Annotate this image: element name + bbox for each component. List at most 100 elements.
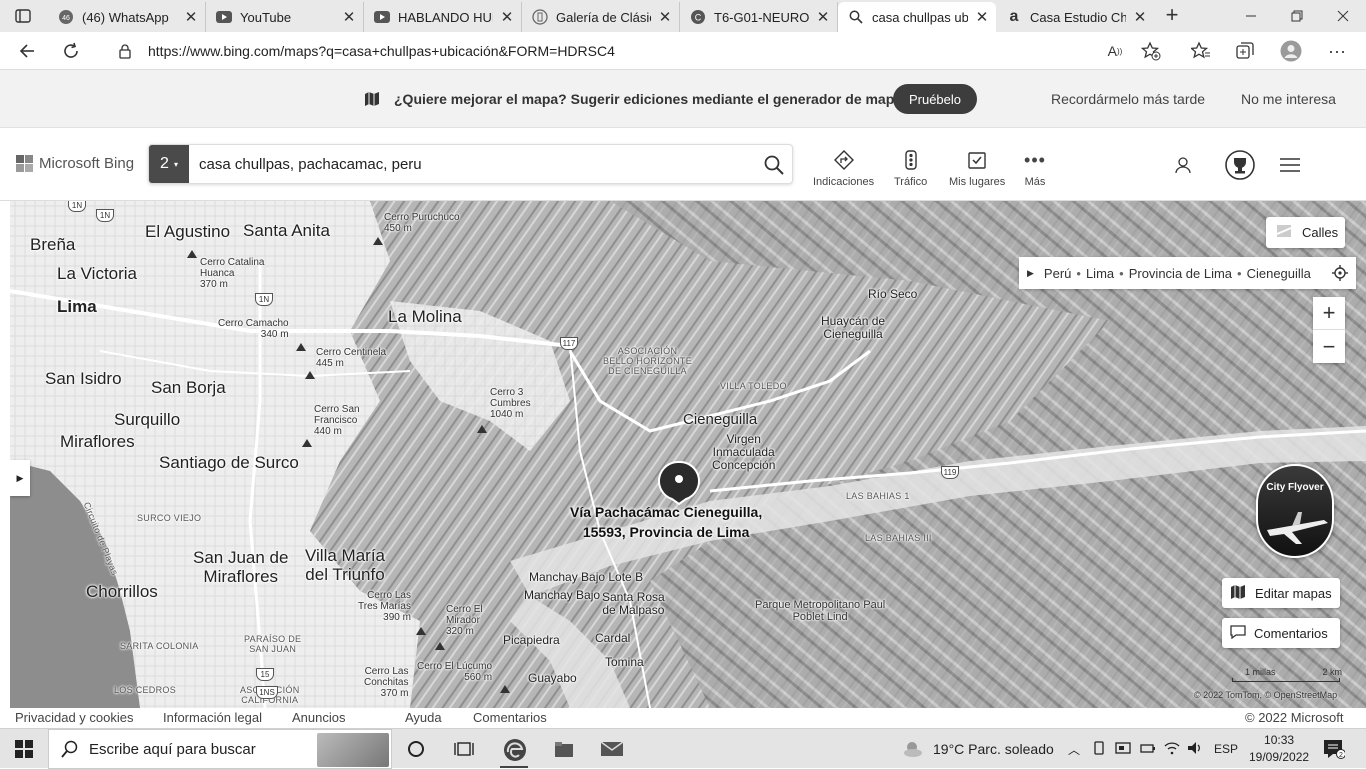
location-pin-icon[interactable] [658, 459, 700, 506]
remind-later-link[interactable]: Recordármelo más tarde [1051, 91, 1205, 107]
privacy-link[interactable]: Privacidad y cookies [15, 710, 134, 725]
directions-button[interactable]: Indicaciones [813, 150, 874, 188]
close-window-button[interactable] [1320, 0, 1366, 32]
city-flyover-button[interactable]: City Flyover [1256, 464, 1334, 558]
place-label: San Isidro [45, 369, 122, 388]
place-label: Surquillo [114, 410, 181, 429]
tab-galeria[interactable]: Galería de Clásicc ✕ [522, 2, 680, 32]
refresh-button[interactable] [58, 38, 84, 64]
search-icon [848, 9, 864, 25]
tab-whatsapp[interactable]: 46 (46) WhatsApp ✕ [48, 2, 206, 32]
peak-label: Cerro 3 Cumbres 1040 m [490, 387, 531, 420]
zoom-in-button[interactable]: + [1313, 297, 1345, 330]
settings-more-icon[interactable]: ··· [1326, 40, 1348, 62]
tab-bing-maps[interactable]: casa chullpas ubi ✕ [838, 2, 996, 32]
expand-icon[interactable]: ▶ [1027, 268, 1034, 279]
place-label: Virgen Inmaculada Concepción [712, 432, 776, 473]
address-bar: https://www.bing.com/maps?q=casa+chullpa… [0, 32, 1366, 70]
favorites-icon[interactable] [1190, 40, 1212, 62]
close-tab-icon[interactable]: ✕ [183, 9, 199, 26]
task-view-icon[interactable] [452, 737, 476, 761]
tab-youtube[interactable]: YouTube ✕ [206, 2, 364, 32]
not-interested-link[interactable]: No me interesa [1241, 91, 1336, 107]
mail-icon[interactable] [600, 737, 624, 761]
bing-logo[interactable]: Microsoft Bing [16, 155, 134, 172]
place-label: Manchay Bajo Lote B [529, 570, 644, 584]
back-button[interactable] [14, 38, 40, 64]
collections-icon[interactable] [1234, 40, 1256, 62]
search-icon[interactable] [763, 154, 785, 176]
more-button[interactable]: ••• Más [1024, 150, 1046, 189]
windows-start-icon[interactable] [12, 737, 36, 761]
notifications-icon[interactable]: 2 [1322, 737, 1346, 761]
breadcrumb-item[interactable]: Provincia de Lima [1129, 266, 1232, 281]
airplane-icon [1267, 512, 1328, 544]
traffic-button[interactable]: Tráfico [894, 150, 927, 188]
breadcrumb-item[interactable]: Cieneguilla [1247, 266, 1311, 281]
close-tab-icon[interactable]: ✕ [974, 9, 990, 26]
cortana-icon[interactable] [404, 737, 428, 761]
minimize-button[interactable] [1228, 0, 1274, 32]
volume-icon[interactable] [1187, 741, 1203, 758]
device-icon[interactable] [1092, 741, 1106, 758]
try-it-button[interactable]: Pruébelo [893, 84, 977, 114]
search-box[interactable]: 2 ▾ casa chullpas, pachacamac, peru [148, 144, 793, 184]
add-favorite-icon[interactable] [1140, 40, 1162, 62]
banner-message: ¿Quiere mejorar el mapa? Sugerir edicion… [394, 91, 910, 107]
taskbar-search[interactable]: Escribe aquí para buscar [48, 729, 392, 769]
pin-address-label[interactable]: Vía Pachacámac Cieneguilla, 15593, Provin… [570, 502, 762, 542]
meet-now-icon[interactable] [1115, 741, 1131, 758]
restore-button[interactable] [1274, 0, 1320, 32]
battery-icon[interactable] [1140, 741, 1156, 758]
close-tab-icon[interactable]: ✕ [499, 9, 515, 26]
close-tab-icon[interactable]: ✕ [815, 9, 831, 26]
my-places-button[interactable]: Mis lugares [949, 150, 1005, 188]
locate-me-icon[interactable] [1332, 265, 1348, 284]
place-label: Río Seco [868, 287, 918, 301]
search-input[interactable]: casa chullpas, pachacamac, peru [199, 156, 422, 173]
zoom-out-button[interactable]: − [1313, 330, 1345, 363]
feedback-link[interactable]: Comentarios [473, 710, 547, 725]
chevron-up-icon[interactable]: ︿ [1068, 741, 1080, 758]
edit-maps-button[interactable]: Editar mapas [1222, 578, 1340, 608]
tab-hablando[interactable]: HABLANDO HUE ✕ [364, 2, 522, 32]
comments-button[interactable]: Comentarios [1222, 618, 1340, 648]
help-link[interactable]: Ayuda [405, 710, 442, 725]
road-shield: 1N [255, 293, 273, 306]
place-label: San Juan de Miraflores [193, 548, 289, 586]
side-panel-toggle[interactable]: ▶ [10, 460, 30, 496]
result-count-dropdown[interactable]: 2 ▾ [149, 145, 189, 183]
system-clock[interactable]: 10:33 19/09/2022 [1249, 732, 1309, 766]
new-tab-button[interactable]: + [1160, 4, 1184, 28]
weather-text[interactable]: 19°C Parc. soleado [933, 741, 1054, 757]
tab-actions-icon[interactable] [14, 7, 32, 25]
map-style-button[interactable]: Calles [1266, 217, 1345, 248]
page-footer: Privacidad y cookies Información legal A… [0, 708, 1366, 728]
tab-neuroa[interactable]: C T6-G01-NEUROA ✕ [680, 2, 838, 32]
close-tab-icon[interactable]: ✕ [341, 9, 357, 26]
legal-link[interactable]: Información legal [163, 710, 262, 725]
lock-icon[interactable] [118, 43, 132, 64]
close-tab-icon[interactable]: ✕ [1132, 9, 1148, 26]
url-field[interactable]: https://www.bing.com/maps?q=casa+chullpa… [104, 36, 1174, 66]
breadcrumb-item[interactable]: Perú [1044, 266, 1071, 281]
file-explorer-icon[interactable] [552, 737, 576, 761]
map-canvas[interactable]: Breña El Agustino Santa Anita La Victori… [10, 201, 1366, 708]
rewards-icon[interactable] [1225, 150, 1255, 180]
tab-title: Galería de Clásicc [556, 9, 651, 25]
language-indicator[interactable]: ESP [1214, 742, 1238, 756]
breadcrumb-item[interactable]: Lima [1086, 266, 1114, 281]
weather-icon[interactable] [900, 737, 924, 761]
account-icon[interactable] [1168, 150, 1198, 180]
tab-casa-estudio[interactable]: a Casa Estudio Chu ✕ [996, 2, 1154, 32]
place-label: Huaycán de Cieneguilla [821, 314, 886, 342]
map-scale: 1 millas 2 km [1232, 667, 1342, 682]
wifi-icon[interactable] [1164, 741, 1180, 758]
place-label: Guayabo [528, 671, 577, 685]
read-aloud-icon[interactable]: A)) [1104, 40, 1126, 62]
hamburger-menu-icon[interactable] [1275, 150, 1305, 180]
profile-avatar[interactable] [1280, 40, 1302, 62]
edge-browser-icon[interactable] [502, 737, 528, 763]
ads-link[interactable]: Anuncios [292, 710, 345, 725]
close-tab-icon[interactable]: ✕ [657, 9, 673, 26]
